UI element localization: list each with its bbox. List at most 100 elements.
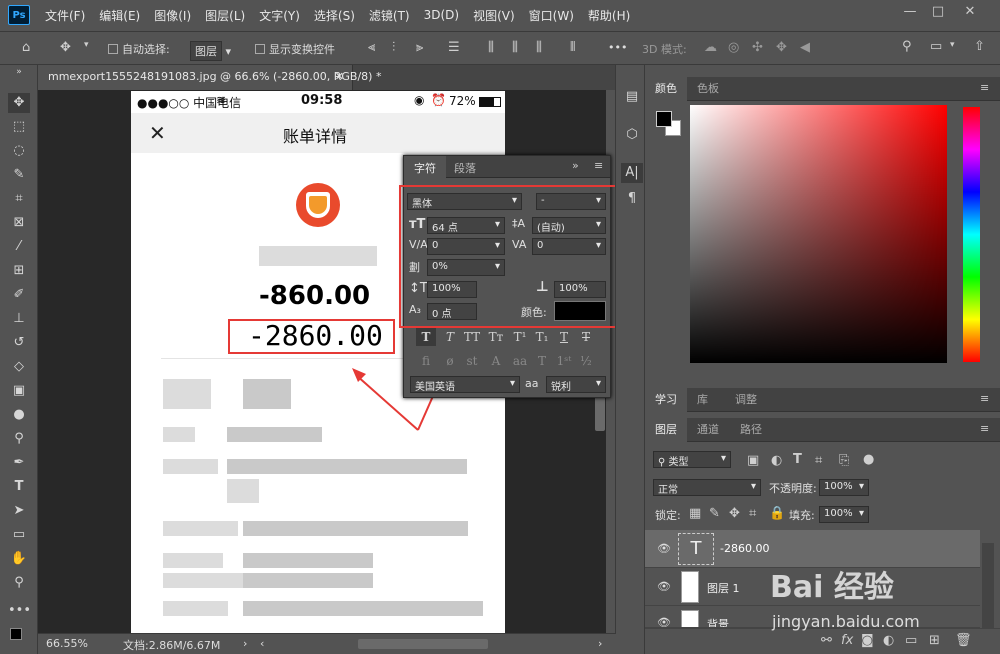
collapse-toolbar-icon[interactable]: » <box>8 67 30 77</box>
lock-position-icon[interactable]: ✥ <box>729 506 740 521</box>
menu-select[interactable]: 选择(S) <box>307 7 362 24</box>
minimize-icon[interactable]: — <box>900 4 920 24</box>
align-top-icon[interactable]: ☰ <box>448 40 460 55</box>
distribute-center-icon[interactable]: ⫼ <box>512 40 518 55</box>
menu-edit[interactable]: 编辑(E) <box>92 7 147 24</box>
zoom-tool-icon[interactable]: ⚲ <box>8 573 30 593</box>
edit-toolbar-icon[interactable]: ••• <box>8 601 31 621</box>
pan-3d-icon[interactable]: ✣ <box>752 40 763 55</box>
rectangle-tool-icon[interactable]: ▭ <box>8 525 30 545</box>
contextual-button[interactable]: T <box>532 352 552 370</box>
tsume-field[interactable]: 0% ▾ <box>427 259 505 276</box>
color-panel-menu-icon[interactable]: ≡ <box>980 81 989 94</box>
ordinals-button[interactable]: 1ˢᵗ <box>554 352 574 370</box>
character-panel-icon[interactable]: A| <box>621 163 643 183</box>
superscript-button[interactable]: T¹ <box>510 328 530 346</box>
filter-pixel-icon[interactable]: ▣ <box>747 453 759 468</box>
language-select[interactable]: 美国英语 ▾ <box>410 376 520 393</box>
foreground-color-swatch[interactable] <box>656 111 672 127</box>
workspace-icon[interactable]: ▭ <box>930 39 942 54</box>
swash-button[interactable]: st <box>462 352 482 370</box>
hue-slider[interactable] <box>963 107 980 362</box>
tab-adjustments[interactable]: 调整 <box>725 388 767 412</box>
3d-panel-icon[interactable]: ⬡ <box>621 125 643 145</box>
font-style-select[interactable]: - ▾ <box>536 193 606 210</box>
move-tool-icon[interactable]: ✥ <box>60 40 71 55</box>
lock-all-icon[interactable]: 🔒 <box>769 506 785 521</box>
status-menu-icon[interactable]: › <box>243 637 247 650</box>
color-field[interactable] <box>690 105 947 363</box>
layer-style-icon[interactable]: fx <box>841 633 853 648</box>
close-tab-icon[interactable]: ✕ <box>335 70 344 83</box>
close-window-icon[interactable]: ✕ <box>960 4 980 24</box>
foreground-color-swatch[interactable] <box>10 628 22 640</box>
expand-icon[interactable]: » <box>572 159 579 172</box>
tab-libraries[interactable]: 库 <box>687 388 718 412</box>
underline-button[interactable]: T <box>554 328 574 346</box>
menu-window[interactable]: 窗口(W) <box>522 7 581 24</box>
brush-tool-icon[interactable]: ✐ <box>8 285 30 305</box>
frame-tool-icon[interactable]: ⊠ <box>8 213 30 233</box>
tab-color[interactable]: 颜色 <box>645 77 687 101</box>
lasso-tool-icon[interactable]: ◌ <box>8 141 30 161</box>
small-caps-button[interactable]: Tᴛ <box>486 328 506 346</box>
more-options-button[interactable]: ••• <box>608 41 627 54</box>
align-center-icon[interactable]: ⫶ <box>392 40 395 55</box>
delete-layer-icon[interactable]: 🗑 <box>955 633 972 648</box>
distribute-bottom-icon[interactable]: ⫼ <box>536 40 542 55</box>
tab-learn[interactable]: 学习 <box>645 388 687 412</box>
blur-tool-icon[interactable]: ● <box>8 405 30 425</box>
ligatures-button[interactable]: fi <box>416 352 436 370</box>
menu-view[interactable]: 视图(V) <box>466 7 522 24</box>
menu-3d[interactable]: 3D(D) <box>417 8 466 22</box>
leading-field[interactable]: (自动) ▾ <box>532 217 606 234</box>
history-brush-tool-icon[interactable]: ↺ <box>8 333 30 353</box>
layers-scrollbar[interactable] <box>982 543 994 628</box>
faux-bold-button[interactable]: T <box>416 328 436 346</box>
eyedropper-tool-icon[interactable]: ⁄ <box>8 237 30 257</box>
clone-stamp-tool-icon[interactable]: ⊥ <box>8 309 30 329</box>
chevron-down-icon[interactable]: ▾ <box>84 40 89 50</box>
fractions-button[interactable]: ½ <box>576 352 596 370</box>
visibility-eye-icon[interactable]: 👁 <box>657 542 671 555</box>
baseline-shift-field[interactable]: 0 点 <box>427 303 477 320</box>
all-caps-button[interactable]: TT <box>462 328 482 346</box>
tab-character[interactable]: 字符 <box>404 156 446 180</box>
orbit-3d-icon[interactable]: ☁ <box>704 40 717 55</box>
dodge-tool-icon[interactable]: ⚲ <box>8 429 30 449</box>
layer-mask-icon[interactable]: ◙ <box>861 633 874 648</box>
lock-pixels-icon[interactable]: ✎ <box>709 506 720 521</box>
eraser-tool-icon[interactable]: ◇ <box>8 357 30 377</box>
oldstyle-button[interactable]: ø <box>440 352 460 370</box>
crop-tool-icon[interactable]: ⌗ <box>8 189 30 209</box>
path-select-tool-icon[interactable]: ➤ <box>8 501 30 521</box>
maximize-icon[interactable]: □ <box>928 4 948 24</box>
opacity-field[interactable]: 100% ▾ <box>819 479 869 496</box>
menu-help[interactable]: 帮助(H) <box>581 7 637 24</box>
align-left-icon[interactable]: ⫷ <box>368 40 375 55</box>
lock-artboard-icon[interactable]: ⌗ <box>749 506 756 521</box>
document-tab[interactable]: mmexport1555248191083.jpg @ 66.6% (-2860… <box>38 65 381 90</box>
subscript-button[interactable]: T₁ <box>532 328 552 346</box>
tracking-field[interactable]: 0 ▾ <box>532 238 606 255</box>
tab-channels[interactable]: 通道 <box>687 418 729 442</box>
font-family-select[interactable]: 黑体 ▾ <box>407 193 522 210</box>
auto-select-checkbox[interactable]: 自动选择: <box>108 41 170 57</box>
tab-swatches[interactable]: 色板 <box>687 77 729 101</box>
auto-select-dropdown[interactable]: 图层 ▾ <box>190 41 231 61</box>
group-icon[interactable]: ▭ <box>905 633 917 648</box>
visibility-eye-icon[interactable]: 👁 <box>657 616 671 627</box>
home-icon[interactable]: ⌂ <box>22 40 30 55</box>
move-tool-icon[interactable]: ✥ <box>8 93 30 113</box>
layers-panel-menu-icon[interactable]: ≡ <box>980 422 989 435</box>
video-3d-icon[interactable]: ◀ <box>800 40 810 55</box>
distribute-spacing-icon[interactable]: ⫴ <box>570 40 575 55</box>
menu-image[interactable]: 图像(I) <box>147 7 198 24</box>
link-layers-icon[interactable]: ⚯ <box>821 633 832 648</box>
healing-brush-tool-icon[interactable]: ⊞ <box>8 261 30 281</box>
tab-paragraph[interactable]: 段落 <box>454 160 476 176</box>
strikethrough-button[interactable]: T <box>576 328 596 346</box>
type-tool-icon[interactable]: T <box>8 477 30 497</box>
vertical-scale-field[interactable]: 100% <box>427 281 477 298</box>
titling-button[interactable]: aa <box>510 352 530 370</box>
